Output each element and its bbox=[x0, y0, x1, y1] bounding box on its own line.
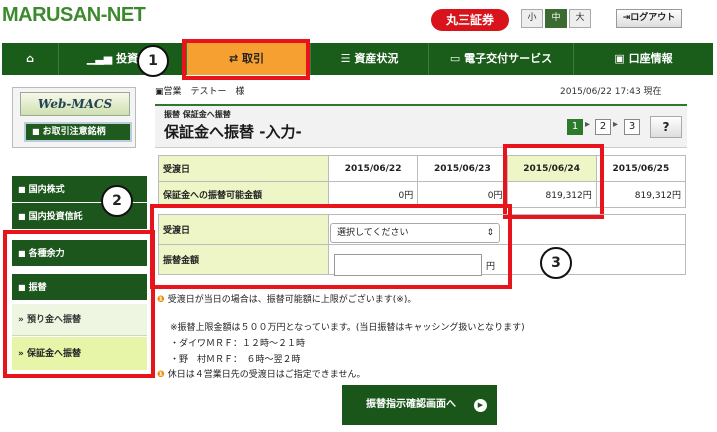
highlight-box-3 bbox=[503, 144, 604, 219]
nav-assets[interactable]: ☰ 資産状況 bbox=[310, 43, 428, 75]
play-arrow-icon: ▶ bbox=[474, 399, 487, 412]
callout-2: 2 bbox=[101, 185, 133, 217]
callout-3: 3 bbox=[540, 247, 572, 279]
caution-stocks-button[interactable]: ■ お取引注意銘柄 bbox=[24, 122, 132, 142]
caution-stocks-label: お取引注意銘柄 bbox=[42, 127, 106, 137]
note-1: ❶ 受渡日が当日の場合は、振替可能額に上限がございます(※)。 bbox=[157, 292, 416, 305]
step-2: 2 bbox=[595, 119, 611, 135]
note-2: ※振替上限金額は５００万円となっています。(当日振替はキャッシング扱いとなります… bbox=[170, 323, 525, 333]
nav-e-delivery-label: 電子交付サービス bbox=[464, 52, 553, 65]
coins-icon: ☰ bbox=[340, 52, 355, 65]
user-icon: ▣ bbox=[155, 87, 164, 97]
nav-account-label: 口座情報 bbox=[628, 52, 673, 65]
highlight-box-2 bbox=[3, 230, 155, 378]
note-5: ❶ 休日は４営業日先の受渡日はご指定できません。 bbox=[157, 367, 366, 380]
font-size-medium-button[interactable]: 中 bbox=[545, 9, 567, 28]
amount-cell: 819,312円 bbox=[595, 181, 687, 208]
font-size-small-button[interactable]: 小 bbox=[521, 9, 543, 28]
id-card-icon: ▣ bbox=[614, 52, 629, 65]
note-1-text: 受渡日が当日の場合は、振替可能額に上限がございます(※)。 bbox=[167, 295, 417, 305]
logout-label: ログアウト bbox=[630, 13, 676, 23]
timestamp: 2015/06/22 17:43 現在 bbox=[560, 87, 662, 97]
date-cell: 2015/06/22 bbox=[327, 155, 419, 182]
bullet-icon: ■ bbox=[18, 185, 26, 194]
nav-home[interactable]: ⌂ bbox=[2, 43, 58, 75]
page-title: 保証金へ振替 -入力- bbox=[164, 123, 302, 141]
note-4: ・野 村ＭＲＦ： ６時～翌２時 bbox=[170, 355, 301, 365]
step-arrow-icon: ▸ bbox=[585, 119, 591, 130]
monitor-icon: ▭ bbox=[449, 52, 465, 65]
callout-1: 1 bbox=[137, 45, 169, 77]
bullet-icon: ■ bbox=[18, 212, 26, 221]
help-button[interactable]: ? bbox=[650, 116, 682, 138]
font-size-large-button[interactable]: 大 bbox=[569, 9, 591, 28]
note-3: ・ダイワＭＲＦ：１２時～２１時 bbox=[170, 339, 306, 349]
brand-logo: 丸三証券 bbox=[431, 9, 509, 31]
date-cell: 2015/06/23 bbox=[417, 155, 508, 182]
highlight-box-form bbox=[150, 204, 512, 289]
bullet-icon: ■ bbox=[32, 127, 40, 136]
confirm-transfer-button[interactable]: 振替指示確認画面へ ▶ bbox=[342, 385, 497, 425]
step-3: 3 bbox=[624, 119, 640, 135]
nav-e-delivery[interactable]: ▭ 電子交付サービス bbox=[428, 43, 573, 75]
nav-account[interactable]: ▣ 口座情報 bbox=[573, 43, 713, 75]
user-name: ▣営業 テストー 様 bbox=[155, 84, 245, 97]
logout-button[interactable]: ⇥ログアウト bbox=[616, 9, 682, 28]
row-header-date: 受渡日 bbox=[158, 155, 329, 182]
chart-icon: ▁▃▅ bbox=[86, 52, 117, 65]
webmacs-logo[interactable]: Web-MACS bbox=[20, 92, 130, 116]
sidebar-item-label: 国内投資信託 bbox=[28, 212, 83, 222]
app-logo: MARUSAN-NET bbox=[2, 4, 146, 26]
table-row: 受渡日 2015/06/22 2015/06/23 2015/06/24 201… bbox=[158, 155, 687, 182]
step-arrow-icon: ▸ bbox=[613, 119, 619, 130]
user-label: 営業 テストー 様 bbox=[163, 87, 245, 97]
nav-assets-label: 資産状況 bbox=[354, 52, 399, 65]
date-cell: 2015/06/25 bbox=[595, 155, 687, 182]
warning-icon: ❶ bbox=[157, 295, 168, 305]
home-icon: ⌂ bbox=[26, 52, 34, 65]
warning-icon: ❶ bbox=[157, 370, 168, 380]
nav-invest-label: 投資 bbox=[116, 52, 139, 65]
breadcrumb: 振替 保証金へ振替 bbox=[164, 110, 231, 119]
submit-label: 振替指示確認画面へ bbox=[366, 399, 456, 410]
step-1: 1 bbox=[567, 119, 583, 135]
sidebar-item-label: 国内株式 bbox=[28, 185, 65, 195]
highlight-box-1 bbox=[182, 39, 310, 80]
availability-table: 受渡日 2015/06/22 2015/06/23 2015/06/24 201… bbox=[158, 155, 687, 208]
note-5-text: 休日は４営業日先の受渡日はご指定できません。 bbox=[167, 370, 366, 380]
